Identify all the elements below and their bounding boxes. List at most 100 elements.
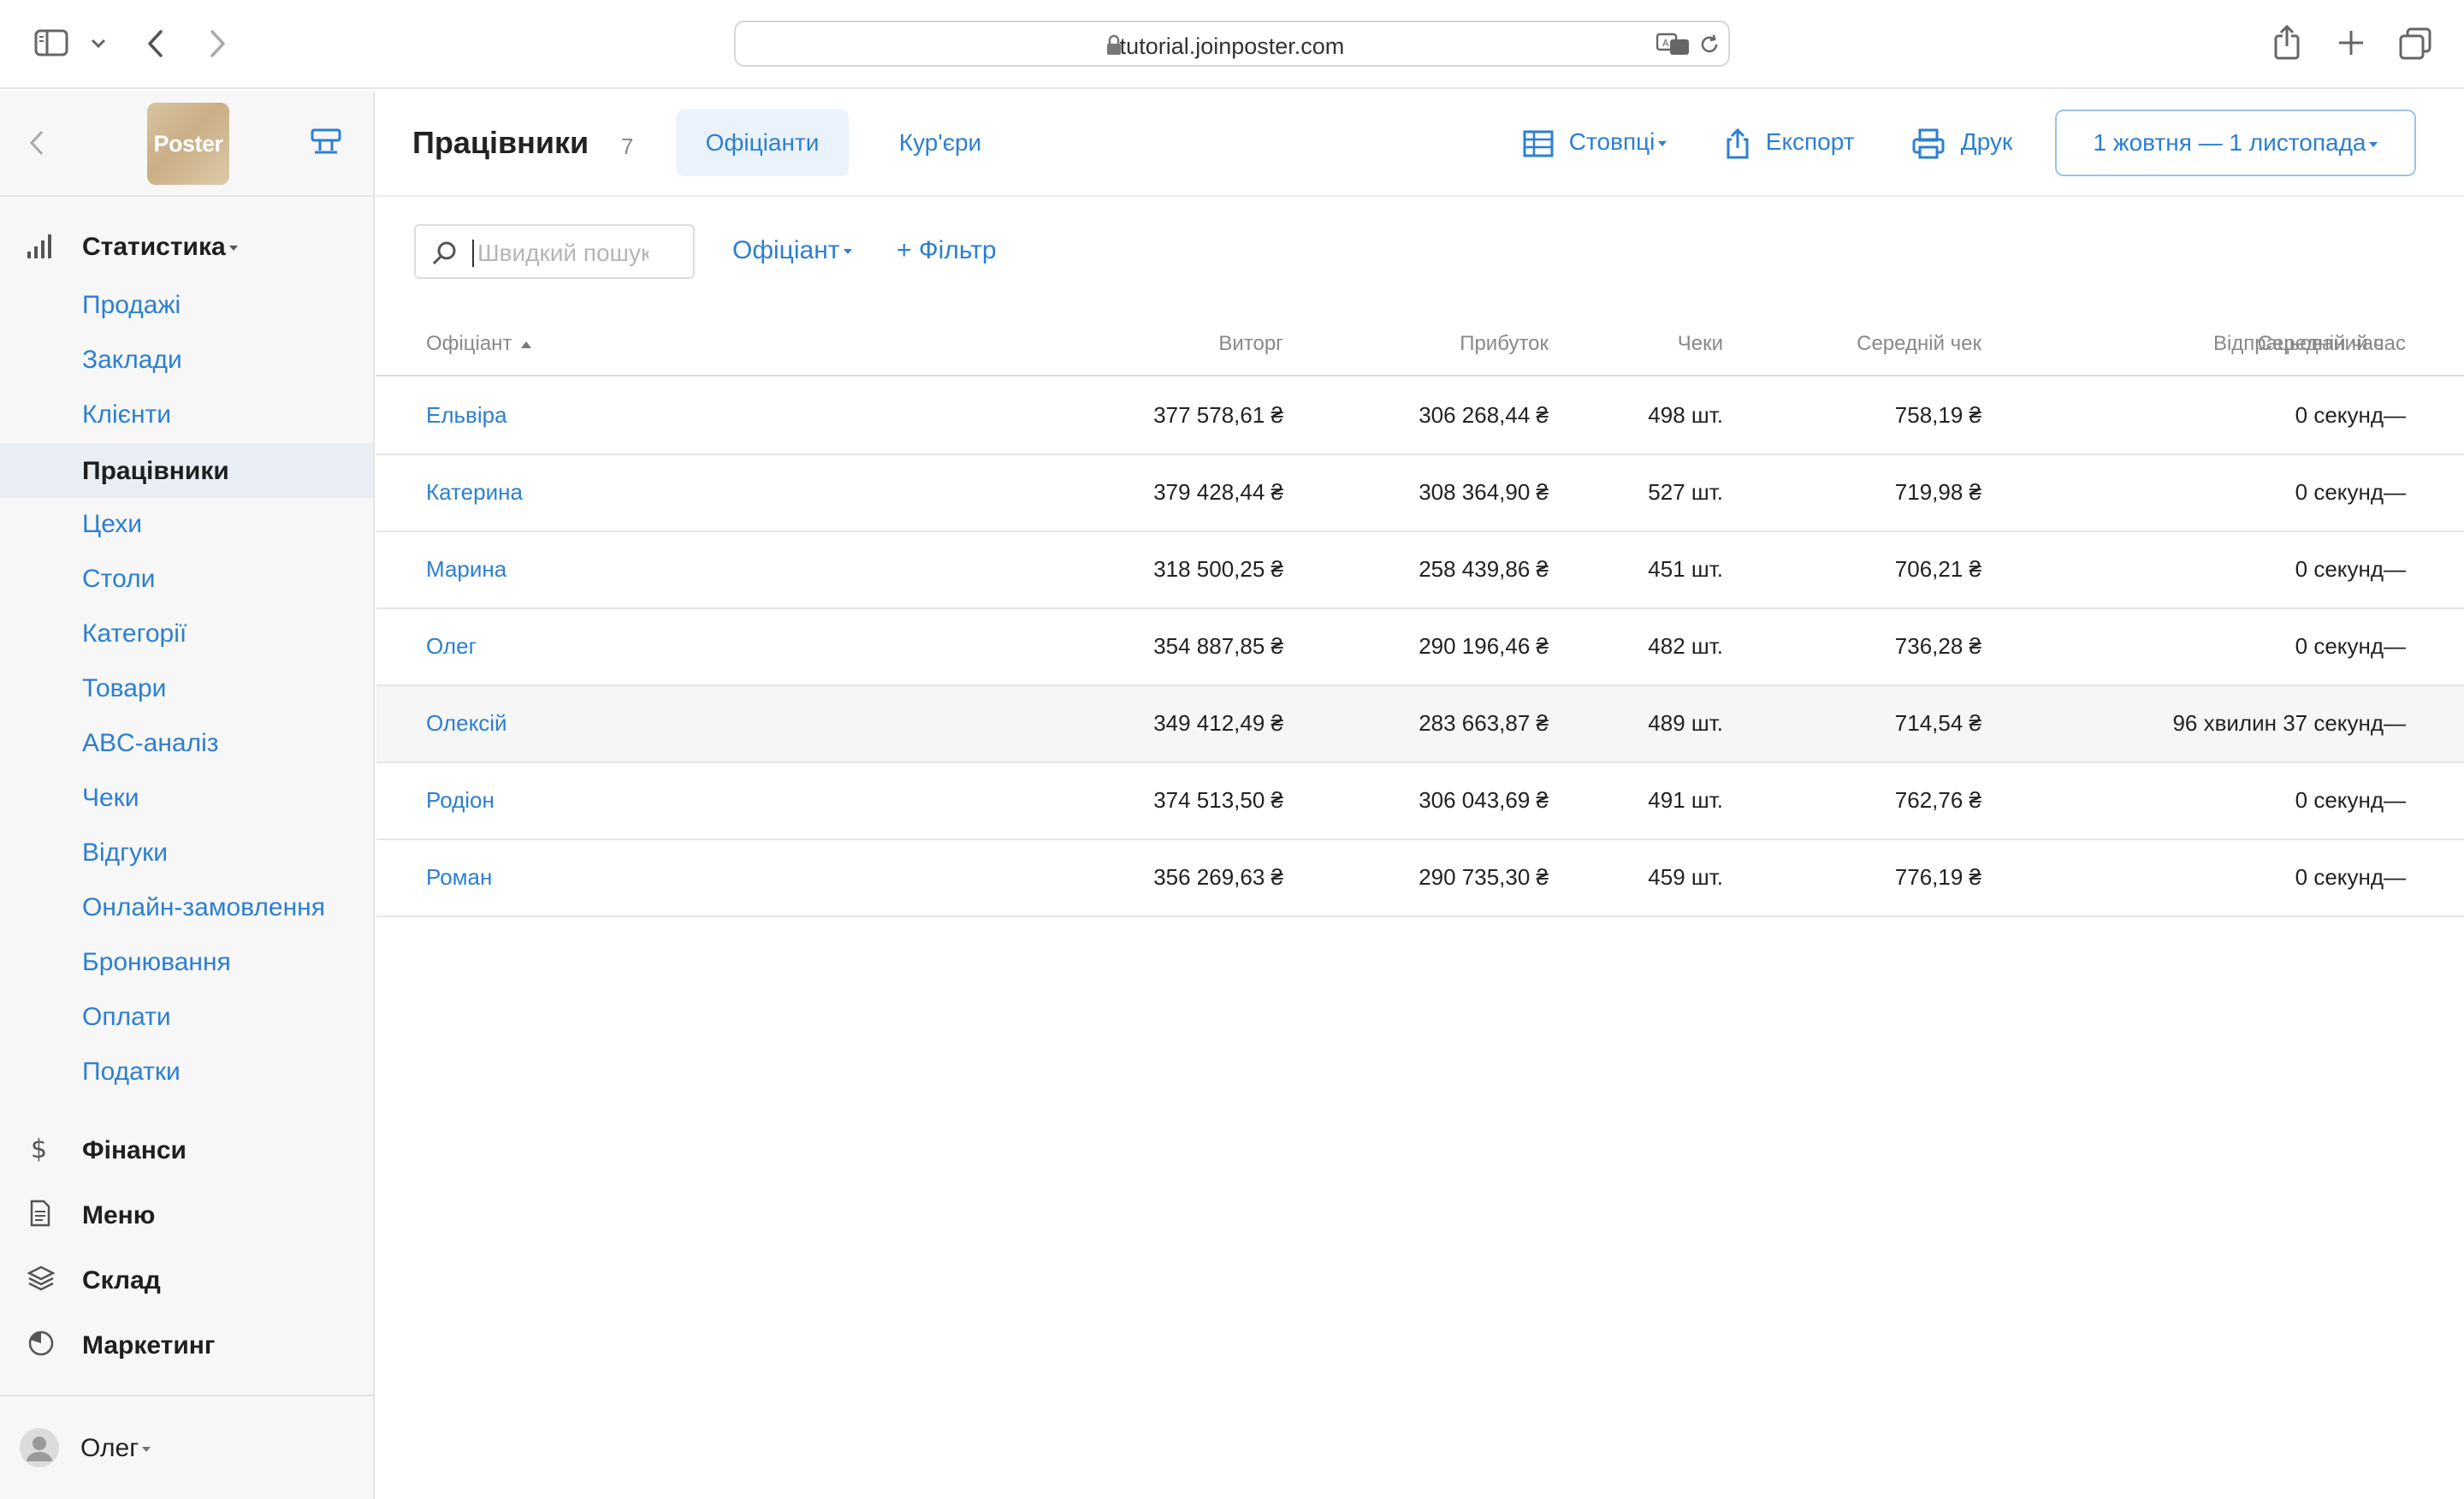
- add-filter-button[interactable]: + Фільтр: [897, 236, 997, 265]
- chevron-down-icon: [2369, 141, 2378, 147]
- sort-asc-icon: [521, 341, 532, 348]
- print-label: Друк: [1960, 128, 2013, 155]
- employee-count: 7: [621, 133, 634, 159]
- sidebar-item-bookings[interactable]: Бронювання: [82, 948, 231, 977]
- user-menu[interactable]: Олег: [80, 1434, 151, 1463]
- tab-couriers[interactable]: Кур'єри: [866, 110, 1015, 176]
- cell-revenue: 374 513,50 ₴: [1153, 787, 1283, 813]
- col-worked-time[interactable]: Відпрацьований час: [1978, 332, 2406, 356]
- col-revenue[interactable]: Виторг: [975, 332, 1283, 356]
- sidebar-item-employees[interactable]: Працівники: [82, 457, 229, 486]
- table-columns-icon: [1523, 128, 1569, 157]
- cell-avg-receipt: 736,28 ₴: [1894, 633, 1981, 659]
- cell-revenue: 354 887,85 ₴: [1153, 633, 1283, 659]
- sidebar-item-reviews[interactable]: Відгуки: [82, 838, 168, 868]
- svg-text:$: $: [31, 1135, 47, 1164]
- date-range-picker[interactable]: 1 жовтня — 1 листопада: [2055, 110, 2416, 176]
- forward-arrow-icon[interactable]: [207, 29, 228, 62]
- section-menu[interactable]: Меню: [82, 1201, 155, 1230]
- sidebar-item-clients[interactable]: Клієнти: [82, 400, 171, 430]
- waiter-link[interactable]: Катерина: [426, 479, 523, 506]
- sidebar-item-venues[interactable]: Заклади: [82, 346, 182, 375]
- cell-avg-receipt: 762,76 ₴: [1894, 787, 1981, 813]
- sidebar-item-online-orders[interactable]: Онлайн-замовлення: [82, 893, 325, 922]
- sidebar-item-abc[interactable]: ABC-аналіз: [82, 729, 219, 758]
- sidebar-item-categories[interactable]: Категорії: [82, 619, 187, 649]
- back-arrow-icon[interactable]: [145, 29, 166, 62]
- share-icon[interactable]: [2272, 24, 2301, 64]
- sidebar-header: Poster: [0, 91, 373, 197]
- tab-waiters[interactable]: Офіціанти: [676, 110, 849, 176]
- export-icon: [1725, 127, 1766, 159]
- export-label: Експорт: [1765, 128, 1855, 155]
- document-icon: [29, 1200, 51, 1231]
- search-placeholder: Швидкий пошук: [477, 240, 649, 266]
- waiter-link[interactable]: Марина: [426, 556, 506, 583]
- cell-worked-time: —: [2384, 864, 2406, 890]
- col-waiter[interactable]: Офіціант: [426, 332, 532, 356]
- cell-avg-receipt: 719,98 ₴: [1894, 479, 1981, 505]
- section-statistics[interactable]: Статистика: [82, 233, 238, 262]
- export-button[interactable]: Експорт: [1725, 123, 1855, 161]
- section-marketing[interactable]: Маркетинг: [82, 1331, 215, 1360]
- layers-icon: [27, 1265, 56, 1296]
- chevron-down-icon: [843, 249, 852, 255]
- cell-worked-time: —: [2384, 787, 2406, 813]
- header-divider: [376, 195, 2464, 197]
- user-panel: Олег: [0, 1395, 373, 1499]
- waiter-filter-dropdown[interactable]: Офіціант: [732, 236, 852, 265]
- svg-text:A: A: [1662, 38, 1669, 49]
- waiter-link[interactable]: Олег: [426, 633, 477, 660]
- sidebar-toggle-icon[interactable]: [34, 29, 68, 61]
- reload-icon[interactable]: [1697, 33, 1721, 61]
- search-input[interactable]: Швидкий пошук: [414, 224, 695, 279]
- table-row: Марина 318 500,25 ₴ 258 439,86 ₴ 451 шт.…: [376, 532, 2464, 609]
- cell-revenue: 379 428,44 ₴: [1153, 479, 1283, 505]
- cell-avg-receipt: 758,19 ₴: [1894, 402, 1981, 428]
- sidebar-item-sales[interactable]: Продажі: [82, 291, 181, 320]
- url-text: tutorial.joinposter.com: [1119, 33, 1345, 59]
- new-tab-icon[interactable]: [2337, 29, 2365, 61]
- table-row: Катерина 379 428,44 ₴ 308 364,90 ₴ 527 ш…: [376, 455, 2464, 532]
- collapse-arrow-icon[interactable]: [29, 130, 44, 160]
- print-button[interactable]: Друк: [1911, 123, 2012, 161]
- columns-button[interactable]: Стовпці: [1523, 123, 1667, 161]
- print-icon: [1911, 128, 1961, 159]
- date-range-label: 1 жовтня — 1 листопада: [2093, 129, 2366, 156]
- waiter-link[interactable]: Родіон: [426, 787, 495, 814]
- chevron-down-icon: [142, 1447, 151, 1453]
- waiter-link[interactable]: Олексій: [426, 710, 507, 737]
- section-warehouse[interactable]: Склад: [82, 1266, 161, 1295]
- cell-revenue: 349 412,49 ₴: [1153, 710, 1283, 736]
- section-finance[interactable]: Фінанси: [82, 1136, 187, 1165]
- address-bar[interactable]: tutorial.joinposter.com A: [734, 21, 1730, 67]
- cell-worked-time: —: [2384, 402, 2406, 428]
- waiter-link[interactable]: Роман: [426, 864, 492, 891]
- col-avg-receipt[interactable]: Середній чек: [1673, 332, 1981, 356]
- sidebar-item-payments[interactable]: Оплати: [82, 1003, 171, 1032]
- sidebar-item-tables[interactable]: Столи: [82, 565, 155, 594]
- chevron-down-icon[interactable]: [91, 38, 106, 53]
- main-content: Працівники 7 Офіціанти Кур'єри Стовпці Е…: [376, 91, 2464, 1499]
- cell-worked-time: —: [2384, 556, 2406, 582]
- chevron-down-icon: [1658, 140, 1667, 146]
- sidebar-item-products[interactable]: Товари: [82, 674, 166, 703]
- cell-revenue: 356 269,63 ₴: [1153, 864, 1283, 890]
- user-avatar-icon[interactable]: [19, 1427, 60, 1472]
- waiter-link[interactable]: Ельвіра: [426, 402, 507, 429]
- sidebar: Poster Статистика Продажі Заклади Клієнт…: [0, 91, 375, 1499]
- register-icon[interactable]: [310, 127, 342, 162]
- table-row: Ельвіра 377 578,61 ₴ 306 268,44 ₴ 498 шт…: [376, 378, 2464, 455]
- sidebar-item-receipts[interactable]: Чеки: [82, 784, 139, 813]
- table-row: Олег 354 887,85 ₴ 290 196,46 ₴ 482 шт. 7…: [376, 609, 2464, 686]
- cell-worked-time: —: [2384, 710, 2406, 736]
- page-title: Працівники: [412, 125, 589, 160]
- table-row: Родіон 374 513,50 ₴ 306 043,69 ₴ 491 шт.…: [376, 763, 2464, 840]
- cell-worked-time: —: [2384, 633, 2406, 659]
- tabs-overview-icon[interactable]: [2399, 27, 2431, 64]
- translate-icon[interactable]: A: [1656, 33, 1691, 61]
- poster-logo[interactable]: Poster: [147, 103, 229, 185]
- sidebar-item-taxes[interactable]: Податки: [82, 1058, 181, 1087]
- pie-icon: [27, 1330, 55, 1361]
- sidebar-item-workshops[interactable]: Цехи: [82, 510, 142, 539]
